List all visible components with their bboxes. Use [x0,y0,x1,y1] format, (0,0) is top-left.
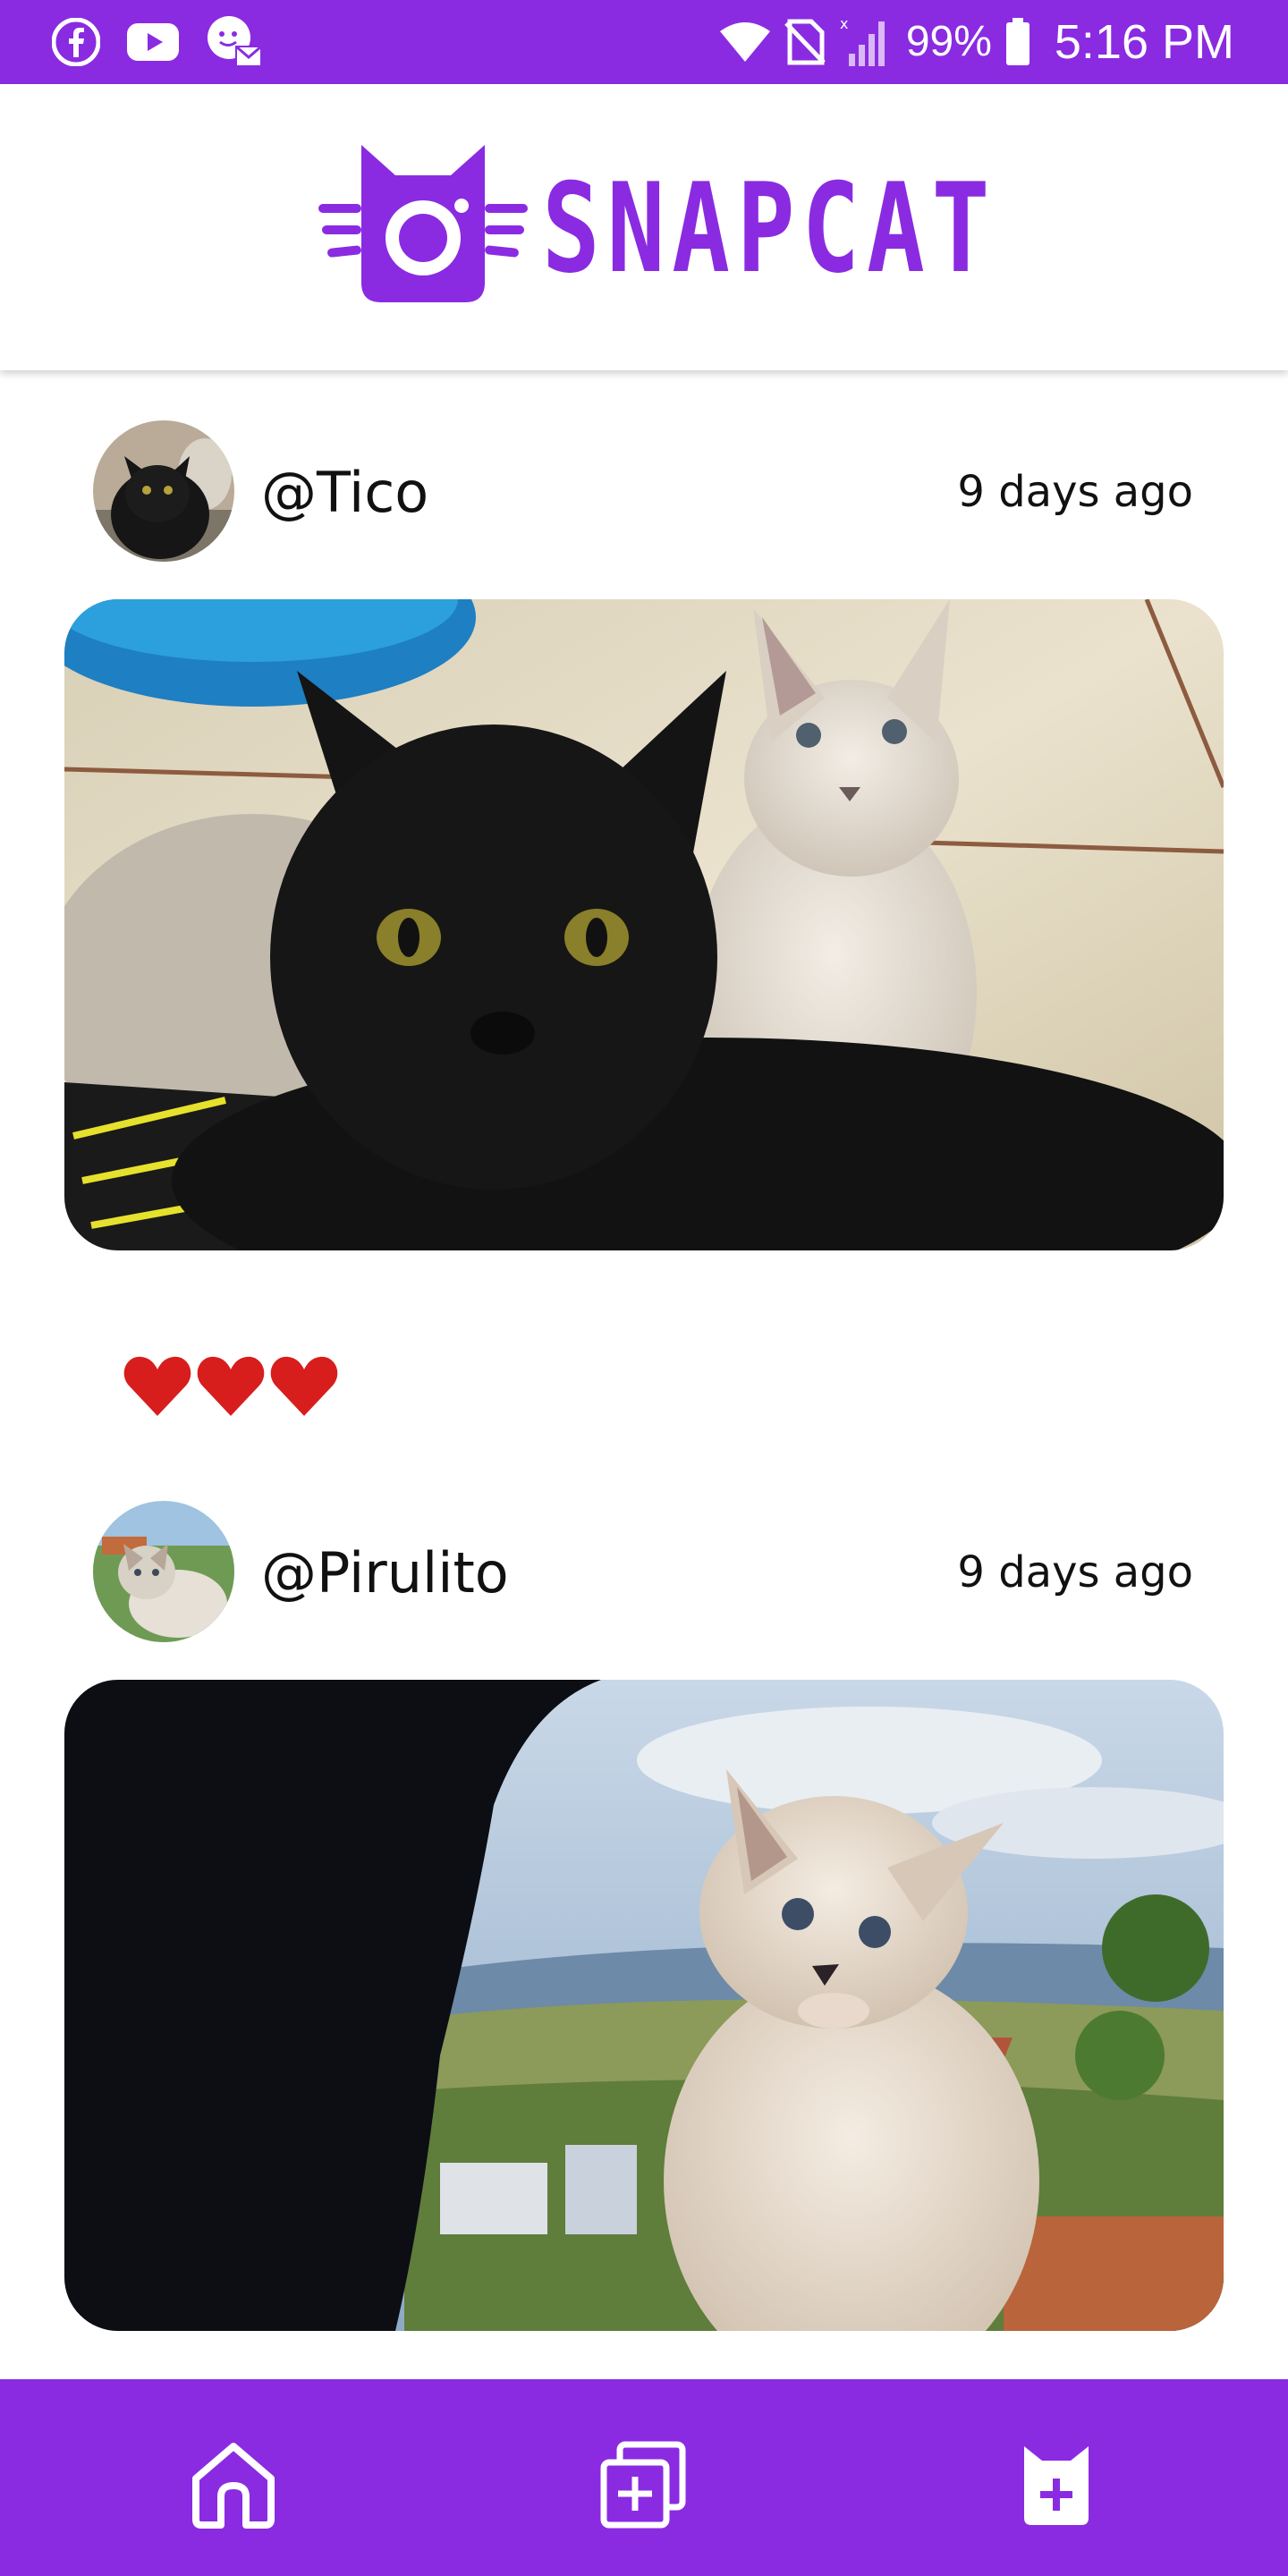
post-username[interactable]: @Pirulito [261,1540,509,1606]
new-post-icon [600,2441,686,2529]
heart-icon [197,1356,265,1416]
svg-text:x: x [840,16,848,32]
post-timestamp: 9 days ago [957,467,1193,517]
post-timestamp: 9 days ago [957,1547,1193,1597]
signal-icon: x [840,16,885,66]
feed[interactable]: @Tico 9 days ago @Pirulito 9 days ago [0,370,1288,2379]
cat-camera-logo-icon [318,145,528,302]
heart-icon [270,1356,338,1416]
post-username[interactable]: @Tico [261,460,428,526]
status-bar: x 99% 5:16 PM [0,0,1288,84]
post-photo[interactable] [64,599,1224,1250]
app-header: SNAPCAT [0,84,1288,370]
status-time: 5:16 PM [1054,15,1234,69]
app-logo-text: SNAPCAT [542,157,997,301]
bottom-nav [0,2379,1288,2576]
post-photo[interactable] [64,1680,1224,2331]
status-bar-notifications [52,16,263,67]
avatar[interactable] [93,1501,234,1642]
avatar[interactable] [93,420,234,562]
nav-home-button[interactable] [184,2436,283,2535]
post-header: @Tico 9 days ago [0,370,1288,562]
nav-cat-profile-button[interactable] [1007,2436,1106,2535]
battery-percent: 99% [905,18,992,65]
facebook-icon [52,18,100,66]
status-bar-system: x 99% 5:16 PM [718,13,1234,72]
nav-new-post-button[interactable] [594,2436,692,2535]
youtube-icon [127,23,179,61]
home-icon [192,2443,275,2529]
battery-icon [1005,18,1030,65]
heart-icon [123,1356,191,1416]
post-header: @Pirulito 9 days ago [0,1451,1288,1642]
app-logo: SNAPCAT [318,140,989,309]
wifi-icon [719,22,770,62]
messenger-notification-icon [208,16,262,67]
no-sim-icon [784,19,826,65]
post-reactions [123,1351,338,1422]
cat-profile-icon [1024,2446,1089,2525]
